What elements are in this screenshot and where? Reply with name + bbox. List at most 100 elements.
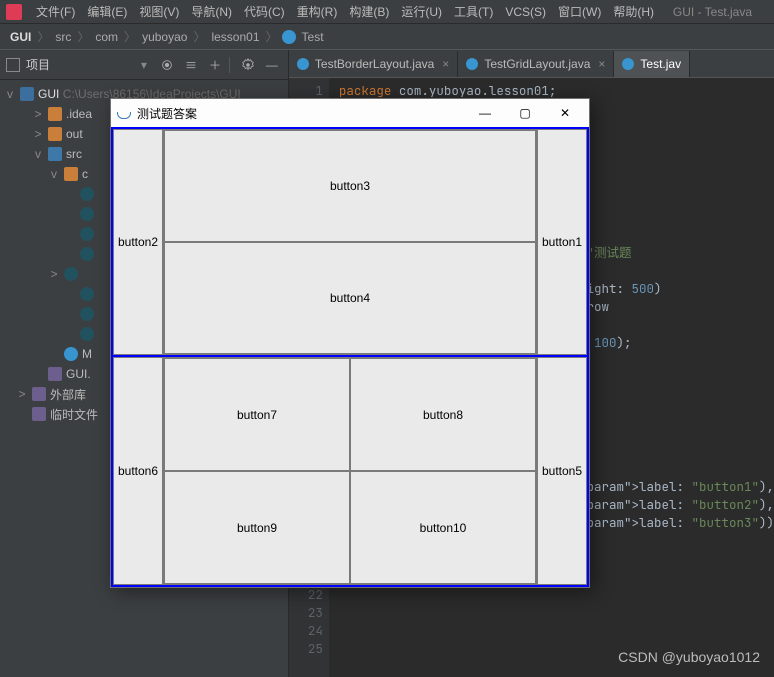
- tree-label: out: [66, 127, 83, 141]
- menu-help[interactable]: 帮助(H): [607, 1, 660, 22]
- close-icon[interactable]: ✕: [545, 100, 585, 126]
- jar-icon: [48, 367, 62, 381]
- class-icon: [80, 187, 94, 201]
- menu-edit[interactable]: 编辑(E): [81, 1, 133, 22]
- class-icon: [80, 247, 94, 261]
- project-header: 项目 ▾ —: [0, 50, 288, 80]
- menu-navigate[interactable]: 导航(N): [185, 1, 238, 22]
- bottom-panel: button6 button7 button8 button9 button10…: [113, 357, 587, 585]
- button4[interactable]: button4: [164, 242, 536, 354]
- tree-arrow-icon: >: [16, 387, 28, 401]
- top-center: button3 button4: [163, 129, 537, 355]
- tree-label: 外部库: [50, 386, 86, 403]
- folder-icon: [48, 127, 62, 141]
- tree-arrow-icon: v: [32, 147, 44, 161]
- tree-arrow-icon: >: [32, 127, 44, 141]
- tree-label: GUI.: [66, 367, 91, 381]
- button2[interactable]: button2: [113, 129, 163, 355]
- folder-icon: [48, 107, 62, 121]
- maximize-icon[interactable]: ▢: [505, 100, 545, 126]
- class-icon: [282, 30, 296, 44]
- watermark: CSDN @yuboyao1012: [618, 649, 760, 665]
- chevron-right-icon: 〉: [189, 28, 209, 45]
- main-menubar: 文件(F) 编辑(E) 视图(V) 导航(N) 代码(C) 重构(R) 构建(B…: [0, 0, 774, 24]
- bottom-center: button7 button8 button9 button10: [163, 357, 537, 585]
- class-icon: [80, 327, 94, 341]
- swing-title: 测试题答案: [137, 105, 465, 122]
- separator: [229, 57, 230, 73]
- tab-test[interactable]: Test.jav: [614, 51, 690, 77]
- swing-titlebar[interactable]: 测试题答案 — ▢ ✕: [111, 99, 589, 127]
- class-icon: [80, 287, 94, 301]
- folder-icon: [64, 167, 78, 181]
- tree-label: 临时文件: [50, 406, 98, 423]
- button3[interactable]: button3: [164, 130, 536, 242]
- tab-label: TestGridLayout.java: [484, 57, 590, 71]
- minimize-icon[interactable]: —: [465, 100, 505, 126]
- breadcrumb-item[interactable]: yuboyao: [140, 30, 189, 44]
- collapse-icon[interactable]: [181, 55, 201, 75]
- menu-vcs[interactable]: VCS(S): [499, 3, 552, 21]
- menu-code[interactable]: 代码(C): [238, 1, 291, 22]
- breadcrumb-item[interactable]: com: [93, 30, 120, 44]
- window-title: GUI - Test.java: [673, 5, 768, 19]
- class-icon: [297, 58, 309, 70]
- class-icon: [80, 307, 94, 321]
- target-icon[interactable]: [157, 55, 177, 75]
- breadcrumb-item[interactable]: lesson01: [209, 30, 261, 44]
- button6[interactable]: button6: [113, 357, 163, 585]
- class-icon: [64, 347, 78, 361]
- tab-testgridlayout[interactable]: TestGridLayout.java ×: [458, 51, 614, 77]
- chevron-right-icon: 〉: [73, 28, 93, 45]
- breadcrumb: GUI 〉 src 〉 com 〉 yuboyao 〉 lesson01 〉 T…: [0, 24, 774, 50]
- breadcrumb-leaf[interactable]: Test: [300, 30, 326, 44]
- swing-body: button2 button3 button4 button1 button6 …: [111, 127, 589, 587]
- menu-tools[interactable]: 工具(T): [448, 1, 499, 22]
- gear-icon[interactable]: [238, 55, 258, 75]
- menu-refactor[interactable]: 重构(R): [291, 1, 344, 22]
- chevron-right-icon: 〉: [262, 28, 282, 45]
- menu-window[interactable]: 窗口(W): [552, 1, 607, 22]
- tree-arrow-icon: >: [48, 267, 60, 281]
- java-icon: [115, 105, 131, 121]
- close-icon[interactable]: ×: [442, 57, 449, 71]
- java-swing-window[interactable]: 测试题答案 — ▢ ✕ button2 button3 button4 butt…: [110, 98, 590, 588]
- menu-file[interactable]: 文件(F): [30, 1, 81, 22]
- top-panel: button2 button3 button4 button1: [113, 129, 587, 357]
- expand-icon[interactable]: [205, 55, 225, 75]
- class-icon: [80, 227, 94, 241]
- jar-icon: [32, 387, 46, 401]
- button7[interactable]: button7: [164, 358, 350, 471]
- chevron-right-icon: 〉: [120, 28, 140, 45]
- app-icon: [6, 4, 22, 20]
- project-view-icon[interactable]: [6, 58, 20, 72]
- hide-icon[interactable]: —: [262, 55, 282, 75]
- class-icon: [80, 207, 94, 221]
- class-icon: [622, 58, 634, 70]
- tree-label: .idea: [66, 107, 92, 121]
- menu-build[interactable]: 构建(B): [343, 1, 395, 22]
- tree-arrow-icon: v: [48, 167, 60, 181]
- tab-label: TestBorderLayout.java: [315, 57, 434, 71]
- button10[interactable]: button10: [350, 471, 536, 584]
- button1[interactable]: button1: [537, 129, 587, 355]
- dropdown-icon[interactable]: ▾: [141, 58, 147, 72]
- project-icon: [20, 87, 34, 101]
- folder-blue-icon: [48, 147, 62, 161]
- breadcrumb-item[interactable]: src: [53, 30, 73, 44]
- tree-root-label: GUI: [38, 87, 59, 101]
- breadcrumb-root[interactable]: GUI: [8, 30, 33, 44]
- button8[interactable]: button8: [350, 358, 536, 471]
- tree-label: M: [82, 347, 92, 361]
- button9[interactable]: button9: [164, 471, 350, 584]
- menu-view[interactable]: 视图(V): [133, 1, 185, 22]
- menu-run[interactable]: 运行(U): [395, 1, 448, 22]
- close-icon[interactable]: ×: [598, 57, 605, 71]
- project-title: 项目: [26, 56, 141, 73]
- button5[interactable]: button5: [537, 357, 587, 585]
- tab-label: Test.jav: [640, 57, 681, 71]
- editor-tabs: TestBorderLayout.java × TestGridLayout.j…: [289, 50, 774, 78]
- tab-testborderlayout[interactable]: TestBorderLayout.java ×: [289, 51, 458, 77]
- class-icon: [466, 58, 478, 70]
- tree-arrow-icon: >: [32, 107, 44, 121]
